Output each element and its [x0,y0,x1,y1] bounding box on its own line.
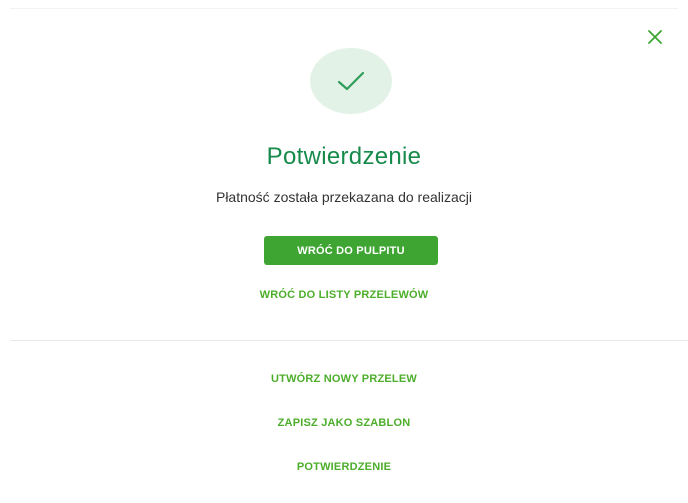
top-divider [10,8,678,9]
confirmation-dialog: Potwierdzenie Płatność została przekazan… [0,0,688,503]
checkmark-icon [337,71,365,91]
dialog-title: Potwierdzenie [266,143,422,170]
confirmation-link[interactable]: POTWIERDZENIE [0,461,688,473]
back-to-transfers-link[interactable]: WRÓĆ DO LISTY PRZELEWÓW [0,289,688,301]
back-to-dashboard-button[interactable]: WRÓĆ DO PULPITU [264,236,438,265]
save-as-template-link[interactable]: ZAPISZ JAKO SZABLON [0,417,688,429]
create-new-transfer-link[interactable]: UTWÓRZ NOWY PRZELEW [0,373,688,385]
close-button[interactable] [646,28,664,46]
success-badge [310,48,392,114]
close-icon [648,30,662,44]
status-message: Płatność została przekazana do realizacj… [215,189,473,205]
section-divider [10,340,688,341]
